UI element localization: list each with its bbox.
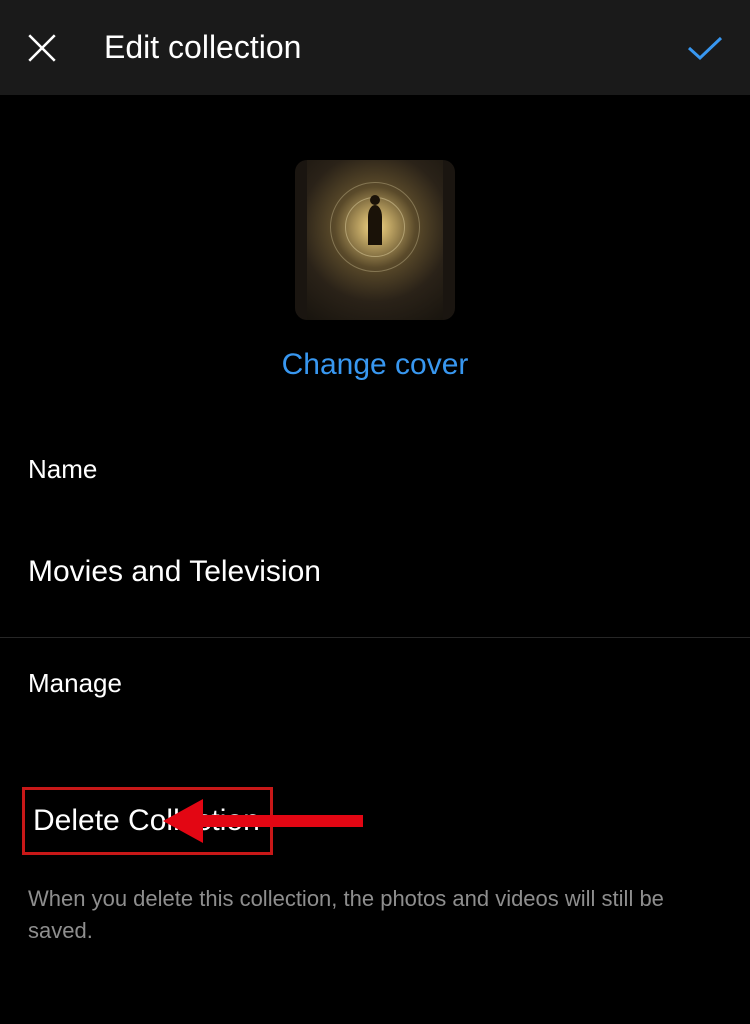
name-label: Name	[0, 454, 750, 485]
delete-row: Delete Collection	[22, 787, 750, 855]
manage-label: Manage	[0, 668, 750, 699]
confirm-icon[interactable]	[685, 33, 725, 63]
collection-name-input[interactable]	[0, 555, 750, 589]
section-divider	[0, 637, 750, 638]
delete-description: When you delete this collection, the pho…	[0, 883, 750, 947]
page-title: Edit collection	[104, 29, 301, 66]
close-icon[interactable]	[25, 31, 59, 65]
cover-section: Change cover	[0, 95, 750, 382]
header-bar: Edit collection	[0, 0, 750, 95]
cover-image-art	[307, 160, 443, 320]
cover-image[interactable]	[295, 160, 455, 320]
change-cover-button[interactable]: Change cover	[282, 348, 469, 382]
